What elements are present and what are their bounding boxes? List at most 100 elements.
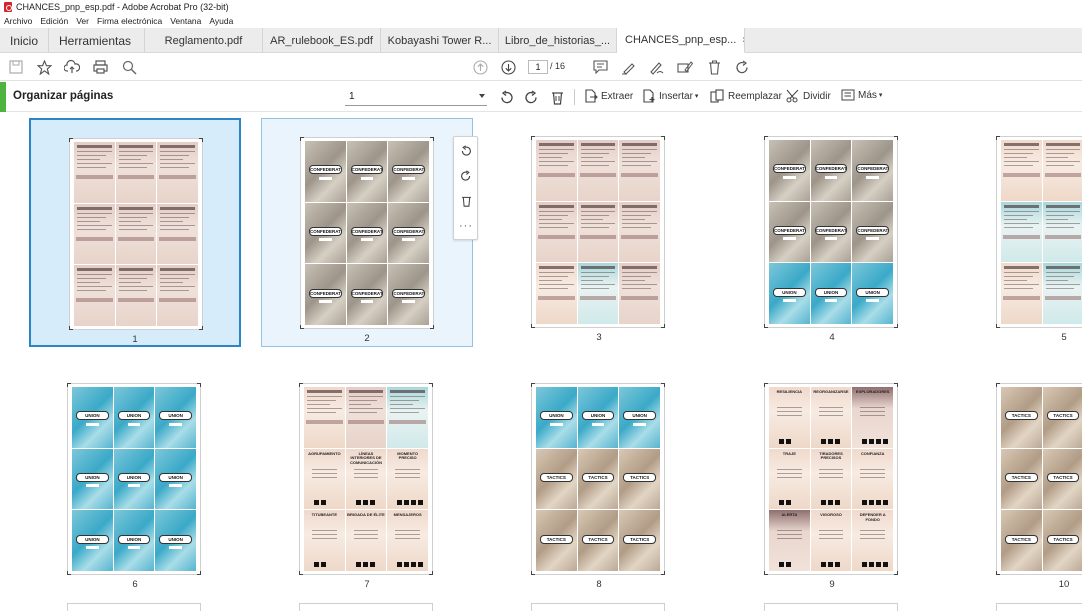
current-page-input[interactable]: 1	[528, 60, 548, 74]
close-tab-icon[interactable]: ×	[742, 35, 744, 46]
tab-tools[interactable]: Herramientas	[49, 28, 146, 53]
cloud-upload-icon[interactable]	[63, 58, 81, 76]
page-thumbnail-3[interactable]: 3	[493, 118, 705, 347]
menu-firma-electronica[interactable]: Firma electrónica	[93, 16, 166, 26]
page-thumbnail-10[interactable]: TACTICS TACTICS TACTICS TACTICS TACTICS TACTI…	[958, 365, 1082, 594]
page-thumbnail-4[interactable]: CONFEDERATE CONFEDERATE CONFEDERATE CONFEDE…	[726, 118, 938, 347]
text-line	[539, 214, 568, 216]
redo-rotate-icon[interactable]	[733, 58, 751, 76]
page-preview-partial[interactable]	[764, 603, 898, 611]
fill-sign-icon[interactable]	[676, 58, 694, 76]
cost-square	[411, 500, 417, 506]
cost-square	[404, 562, 410, 567]
tab-doc-chances-label: CHANCES_pnp_esp...	[625, 34, 737, 46]
text-line	[860, 468, 885, 470]
page-thumbnail-8[interactable]: UNION UNION UNION TACTICS TACTICS TACTICS TACT…	[493, 365, 705, 594]
split-button[interactable]: Dividir	[786, 89, 831, 103]
card-heading	[539, 266, 574, 270]
replace-button[interactable]: Reemplazar	[710, 89, 782, 103]
delete-page-icon[interactable]	[548, 88, 566, 106]
extract-icon	[585, 89, 598, 103]
card-title-label: UNION	[76, 472, 109, 482]
text-line	[118, 159, 142, 160]
menu-edicion[interactable]: Edición	[36, 16, 72, 26]
trash-icon[interactable]	[458, 193, 474, 209]
page-preview-partial[interactable]	[996, 603, 1082, 611]
tab-doc-ar-rulebook[interactable]: AR_rulebook_ES.pdf	[263, 28, 382, 53]
text-line	[77, 216, 106, 218]
card-heading	[622, 204, 657, 208]
page-thumbnail-2[interactable]: CONFEDERATE CONFEDERATE CONFEDERATE CONFEDE…	[261, 118, 473, 347]
card-subtitle-strip	[824, 237, 838, 241]
insert-button[interactable]: Insertar ▾	[642, 89, 698, 103]
tab-doc-libro-historias[interactable]: Libro_de_historias_...	[499, 28, 618, 53]
card-band	[579, 173, 617, 177]
rotate-left-icon[interactable]	[497, 88, 515, 106]
ability-card: AGRUPAMIENTO	[304, 448, 345, 510]
more-dots-icon[interactable]: ···	[458, 218, 474, 234]
text-line	[1045, 218, 1069, 220]
union-card: UNION	[155, 510, 196, 571]
print-icon[interactable]	[91, 58, 109, 76]
tab-home[interactable]: Inicio	[0, 28, 50, 53]
cost-square	[314, 500, 319, 506]
cost-square	[779, 438, 784, 444]
tab-doc-kobayashi[interactable]: Kobayashi Tower R...	[381, 28, 500, 53]
rotate-right-icon[interactable]	[522, 88, 540, 106]
page-thumbnail-1[interactable]: 1	[29, 118, 241, 347]
card-sheet: TACTICS TACTICS TACTICS TACTICS TACTICS TACTI…	[1001, 387, 1082, 571]
card-title-label: CONFEDERATE	[856, 164, 889, 174]
highlight-pen-icon[interactable]	[619, 58, 637, 76]
trash-icon[interactable]	[705, 58, 723, 76]
confed-card: CONFEDERATE	[852, 140, 893, 201]
rules-card	[74, 203, 115, 265]
page-thumbnail-7[interactable]: AGRUPAMIENTO LÍNEAS INTERIORES DE COMUNIC…	[261, 365, 473, 594]
menu-ver[interactable]: Ver	[72, 16, 93, 26]
page-thumbnail-9[interactable]: RESILIENCIA REORGANIZARSE EXPLORADORES TRAJ…	[726, 365, 938, 594]
previous-page-icon[interactable]	[471, 58, 489, 76]
text-line	[539, 153, 568, 154]
text-line	[77, 220, 100, 222]
page-preview-partial[interactable]	[531, 603, 665, 611]
page-preview-partial[interactable]	[299, 603, 433, 611]
cost-square	[883, 500, 889, 506]
rotate-right-icon[interactable]	[458, 168, 474, 184]
page-preview: UNION UNION UNION UNION UNION UNION UNION UNION…	[67, 383, 201, 575]
text-line	[1004, 218, 1027, 220]
more-button[interactable]: Más ▾	[841, 89, 882, 101]
star-bookmark-icon[interactable]	[35, 58, 53, 76]
text-line	[1004, 226, 1033, 228]
tab-doc-chances[interactable]: CHANCES_pnp_esp... ×	[617, 28, 746, 53]
tactics-card: TACTICS	[577, 510, 619, 571]
extract-button[interactable]: Extraer	[584, 89, 633, 103]
draw-sign-icon[interactable]	[647, 58, 665, 76]
card-title-label: UNION	[773, 287, 806, 297]
comment-icon[interactable]	[591, 58, 609, 76]
text-line	[1045, 272, 1081, 274]
text-line	[307, 400, 336, 401]
card-band	[306, 420, 343, 424]
tab-doc-reglamento[interactable]: Reglamento.pdf	[145, 28, 264, 53]
zoom-search-icon[interactable]	[120, 58, 138, 76]
card-heading	[622, 266, 657, 270]
card-subtitle-strip	[783, 175, 796, 179]
text-line	[580, 210, 616, 212]
text-line	[818, 476, 844, 478]
page-range-select[interactable]: 1	[345, 88, 487, 106]
text-line	[395, 530, 420, 532]
next-page-icon[interactable]	[499, 58, 517, 76]
page-preview: CONFEDERATE CONFEDERATE CONFEDERATE CONFEDE…	[764, 136, 898, 328]
rotate-left-icon[interactable]	[458, 143, 474, 159]
menu-ayuda[interactable]: Ayuda	[205, 16, 237, 26]
page-thumbnail-6[interactable]: UNION UNION UNION UNION UNION UNION UNION UNION…	[29, 365, 241, 594]
page-preview-partial[interactable]	[67, 603, 201, 611]
page-thumbnail-5[interactable]: 5	[958, 118, 1082, 347]
crop-mark	[531, 136, 535, 140]
cost-square	[820, 438, 826, 444]
menu-archivo[interactable]: Archivo	[0, 16, 36, 26]
save-icon[interactable]	[7, 58, 25, 76]
card-title-label: CONFEDERATE	[309, 165, 342, 175]
menu-ventana[interactable]: Ventana	[166, 16, 205, 26]
card-heading	[1045, 143, 1081, 146]
card-heading	[539, 143, 574, 146]
